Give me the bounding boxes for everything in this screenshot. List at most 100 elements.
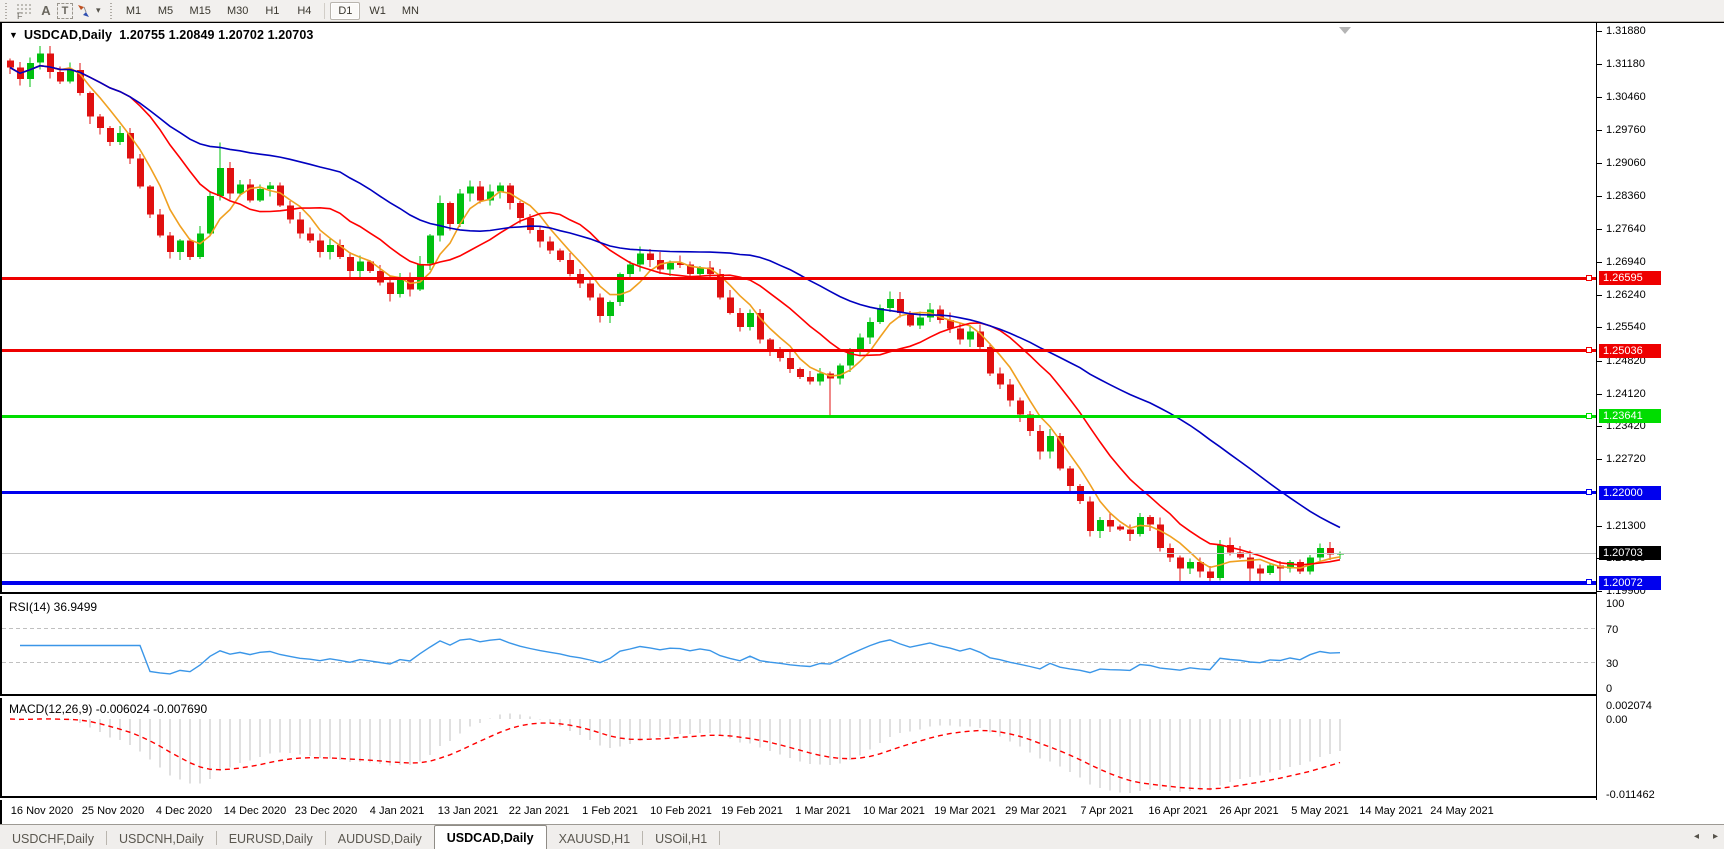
fibonacci-icon[interactable]: F — [13, 2, 35, 20]
date-tick-label: 24 May 2021 — [1430, 805, 1494, 817]
rsi-plot — [2, 628, 1596, 675]
chart-tab-usoil[interactable]: USOil,H1 — [643, 828, 719, 849]
price-level-badge: 1.22000 — [1599, 486, 1661, 500]
tab-scroll-left-icon[interactable]: ◂ — [1694, 831, 1699, 843]
date-tick-label: 4 Dec 2020 — [155, 805, 213, 817]
support-resistance-line[interactable] — [2, 347, 1596, 353]
date-tick-label: 29 Mar 2021 — [1005, 805, 1067, 817]
price-tick-label: 1.24120 — [1606, 388, 1646, 400]
price-tick-label: 1.27640 — [1606, 223, 1646, 235]
main-price-chart[interactable]: ▼ USDCAD,Daily 1.20755 1.20849 1.20702 1.… — [0, 22, 1596, 594]
line-handle[interactable] — [1586, 347, 1592, 353]
timeframe-button-h4[interactable]: H4 — [289, 2, 319, 20]
toolbar-grip-2[interactable] — [107, 2, 115, 19]
timeframe-button-d1[interactable]: D1 — [330, 1, 361, 20]
timeframe-button-m30[interactable]: M30 — [220, 2, 255, 20]
macd-tick-label: -0.011462 — [1606, 789, 1655, 801]
support-resistance-line[interactable] — [2, 579, 1596, 585]
rsi-panel[interactable]: RSI(14) 36.9499 — [0, 596, 1596, 696]
macd-tick-label: 0.002074 — [1606, 700, 1652, 712]
price-tick-label: 1.29060 — [1606, 157, 1646, 169]
price-tick-label: 1.22720 — [1606, 453, 1646, 465]
timeframe-button-m15[interactable]: M15 — [183, 2, 218, 20]
tab-scroll-right-icon[interactable]: ▸ — [1713, 831, 1718, 843]
chart-title-ohlc: 1.20755 1.20849 1.20702 1.20703 — [119, 28, 314, 42]
date-tick-label: 22 Jan 2021 — [508, 805, 570, 817]
chart-tab-eurusd[interactable]: EURUSD,Daily — [217, 828, 325, 849]
chart-tab-xauusd[interactable]: XAUUSD,H1 — [547, 828, 643, 849]
price-level-badge: 1.20072 — [1599, 576, 1661, 590]
collapse-triangle-icon[interactable]: ▼ — [9, 30, 18, 40]
current-price-line — [2, 553, 1596, 554]
timeframe-button-h1[interactable]: H1 — [257, 2, 287, 20]
date-tick-label: 19 Feb 2021 — [721, 805, 783, 817]
toolbar-separator — [324, 2, 326, 19]
chart-tab-audusd[interactable]: AUDUSD,Daily — [326, 828, 434, 849]
svg-text:F: F — [17, 11, 23, 19]
rsi-tick-label: 100 — [1606, 598, 1625, 610]
date-tick-label: 4 Jan 2021 — [369, 805, 425, 817]
date-axis[interactable]: 16 Nov 2020 25 Nov 2020 4 Dec 2020 14 Dec 2… — [0, 800, 1596, 824]
toolbar-grip[interactable] — [3, 2, 10, 19]
price-level-badge: 1.26595 — [1599, 271, 1661, 285]
rsi-tick-label: 70 — [1606, 624, 1619, 636]
text-icon[interactable]: A — [35, 2, 57, 20]
mt4-terminal: { "toolbar": { "icons": [ {"name": "fibo… — [0, 0, 1724, 849]
macd-panel[interactable]: MACD(12,26,9) -0.006024 -0.007690 — [0, 698, 1596, 798]
arrows-dropdown-caret[interactable]: ▾ — [96, 5, 101, 16]
date-tick-label: 10 Feb 2021 — [650, 805, 712, 817]
date-tick-label: 26 Apr 2021 — [1219, 805, 1279, 817]
price-tick-label: 1.31180 — [1606, 58, 1645, 70]
support-resistance-line[interactable] — [2, 413, 1596, 419]
arrows-icon[interactable] — [73, 2, 95, 20]
price-tick-label: 1.26940 — [1606, 256, 1646, 268]
line-handle[interactable] — [1586, 579, 1592, 585]
date-tick-label: 19 Mar 2021 — [934, 805, 996, 817]
chart-tab-bar: USDCHF,Daily USDCNH,Daily EURUSD,Daily AUDU… — [0, 824, 1724, 849]
rsi-tick-label: 30 — [1606, 658, 1619, 670]
timeframe-toolbar: M1 M5 M15 M30 H1 H4 D1 W1 MN — [118, 1, 427, 20]
timeframe-button-mn[interactable]: MN — [395, 2, 426, 20]
price-tick-label: 1.29760 — [1606, 124, 1646, 136]
line-handle[interactable] — [1586, 489, 1592, 495]
rsi-tick-label: 0 — [1606, 683, 1613, 695]
date-tick-label: 1 Mar 2021 — [795, 805, 851, 817]
chart-tab-usdcnh[interactable]: USDCNH,Daily — [107, 828, 216, 849]
text-label-icon[interactable]: T — [57, 2, 73, 19]
line-handle[interactable] — [1586, 413, 1592, 419]
top-toolbar: F A T ▾ M1 M5 M15 M30 H1 H4 D1 W1 MN — [0, 0, 1724, 22]
line-handle[interactable] — [1586, 275, 1592, 281]
timeframe-button-m5[interactable]: M5 — [151, 2, 181, 20]
price-tick-label: 1.26240 — [1606, 289, 1646, 301]
timeframe-button-w1[interactable]: W1 — [362, 2, 393, 20]
price-tick-label: 1.28360 — [1606, 190, 1646, 202]
rsi-label: RSI(14) 36.9499 — [9, 600, 98, 614]
price-tick-label: 1.25540 — [1606, 321, 1646, 333]
date-tick-label: 16 Apr 2021 — [1148, 805, 1208, 817]
date-tick-label: 14 May 2021 — [1359, 805, 1423, 817]
date-tick-label: 23 Dec 2020 — [294, 805, 358, 817]
date-tick-label: 5 May 2021 — [1291, 805, 1349, 817]
chart-title-symbol: USDCAD,Daily — [24, 28, 113, 42]
macd-plot — [9, 713, 1341, 794]
support-resistance-line[interactable] — [2, 275, 1596, 281]
timeframe-button-m1[interactable]: M1 — [119, 2, 149, 20]
date-tick-label: 14 Dec 2020 — [223, 805, 287, 817]
tab-scroll-controls: ◂ ▸ — [1694, 831, 1718, 843]
macd-label: MACD(12,26,9) -0.006024 -0.007690 — [9, 702, 208, 716]
price-level-badge: 1.23641 — [1599, 409, 1661, 423]
chart-shift-marker-icon[interactable] — [1339, 27, 1351, 34]
support-resistance-line[interactable] — [2, 489, 1596, 495]
date-tick-label: 7 Apr 2021 — [1080, 805, 1134, 817]
date-tick-label: 13 Jan 2021 — [437, 805, 499, 817]
macd-tick-label: 0.00 — [1606, 714, 1628, 726]
date-tick-label: 16 Nov 2020 — [10, 805, 74, 817]
price-axis[interactable]: 1.31880 1.31180 1.30460 1.29760 1.29060 … — [1596, 22, 1724, 801]
chart-tab-usdchf[interactable]: USDCHF,Daily — [0, 828, 106, 849]
tab-separator — [719, 831, 721, 845]
price-tick-label: 1.30460 — [1606, 91, 1646, 103]
candlestick-plot — [7, 45, 1344, 584]
chart-title: ▼ USDCAD,Daily 1.20755 1.20849 1.20702 1.… — [9, 28, 313, 42]
chart-tab-usdcad[interactable]: USDCAD,Daily — [433, 825, 547, 849]
price-tick-label: 1.31880 — [1606, 25, 1646, 37]
